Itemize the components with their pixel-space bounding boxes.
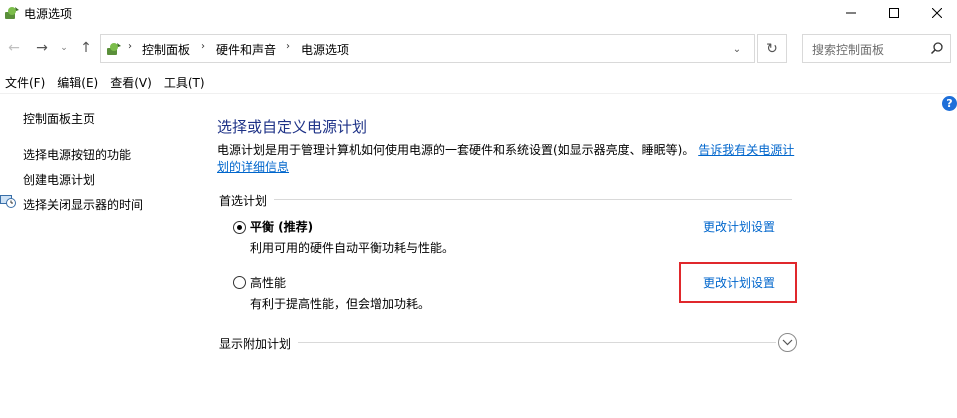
group-divider [298,342,776,343]
breadcrumb-separator: › [286,41,290,52]
sidebar-item-power-button[interactable]: 选择电源按钮的功能 [23,146,131,163]
menu-divider [0,93,957,94]
preferred-plans-header: 首选计划 [219,194,268,208]
sidebar-item-control-panel-home[interactable]: 控制面板主页 [23,110,95,127]
navigation-bar: ← → ⌄ ↑ › 控制面板 › 硬件和声音 › 电源选项 ⌄ ↻ 搜索控制面板 [0,31,957,65]
highlight-annotation-box [679,262,797,303]
forward-button[interactable]: → [33,39,51,57]
expand-chevron-icon[interactable] [778,333,797,352]
recent-locations-button[interactable]: ⌄ [58,39,70,57]
group-divider [274,199,792,200]
refresh-button[interactable]: ↻ [757,34,787,63]
breadcrumb-power-options[interactable]: 电源选项 [301,41,349,58]
minimize-button[interactable] [828,0,874,26]
menu-tools[interactable]: 工具(T) [159,72,212,92]
breadcrumb-hardware-sound[interactable]: 硬件和声音 [216,41,276,58]
search-icon [930,41,944,55]
additional-plans-header[interactable]: 显示附加计划 [219,335,291,352]
chevron-down-icon: ⌄ [60,43,68,53]
maximize-button[interactable] [871,0,917,26]
search-input[interactable]: 搜索控制面板 [802,34,951,63]
breadcrumb-separator: › [201,41,205,52]
search-placeholder: 搜索控制面板 [812,43,885,57]
sidebar-item-display-off-time[interactable]: 选择关闭显示器的时间 [23,196,143,213]
page-description: 电源计划是用于管理计算机如何使用电源的一套硬件和系统设置(如显示器亮度、睡眠等)… [217,142,797,176]
power-options-icon [4,5,20,21]
menu-file[interactable]: 文件(F) [0,72,52,92]
menu-bar: 文件(F) 编辑(E) 查看(V) 工具(T) [0,72,212,92]
address-bar[interactable]: › 控制面板 › 硬件和声音 › 电源选项 ⌄ [100,34,755,63]
close-button[interactable] [914,0,957,26]
refresh-icon: ↻ [766,40,778,57]
plan-balanced-name[interactable]: 平衡 (推荐) [250,218,313,235]
arrow-left-icon: ← [8,40,20,56]
menu-view[interactable]: 查看(V) [105,72,159,92]
chevron-down-icon: ⌄ [732,43,742,55]
plan-high-performance-description: 有利于提高性能，但会增加功耗。 [250,297,431,311]
up-button[interactable]: ↑ [77,39,95,57]
description-text: 电源计划是用于管理计算机如何使用电源的一套硬件和系统设置(如显示器亮度、睡眠等)… [217,143,695,157]
back-button[interactable]: ← [5,39,23,57]
arrow-up-icon: ↑ [80,40,92,56]
menu-edit[interactable]: 编辑(E) [52,72,105,92]
plan-high-performance-radio[interactable] [233,276,246,289]
breadcrumb-separator: › [128,41,132,52]
sidebar-item-create-plan[interactable]: 创建电源计划 [23,171,95,188]
arrow-right-icon: → [36,40,48,56]
breadcrumb-control-panel[interactable]: 控制面板 [142,41,190,58]
plan-balanced-description: 利用可用的硬件自动平衡功耗与性能。 [250,241,455,255]
plan-balanced-change-settings-link[interactable]: 更改计划设置 [703,218,775,235]
help-icon[interactable]: ? [942,96,957,111]
page-title: 选择或自定义电源计划 [217,118,368,136]
address-dropdown-button[interactable]: ⌄ [729,41,745,57]
display-clock-icon [0,193,16,209]
window-title: 电源选项 [24,7,73,21]
control-panel-icon [106,41,122,57]
title-bar: 电源选项 [0,0,957,28]
plan-high-performance-name[interactable]: 高性能 [250,274,286,291]
plan-balanced-radio[interactable] [233,221,246,234]
